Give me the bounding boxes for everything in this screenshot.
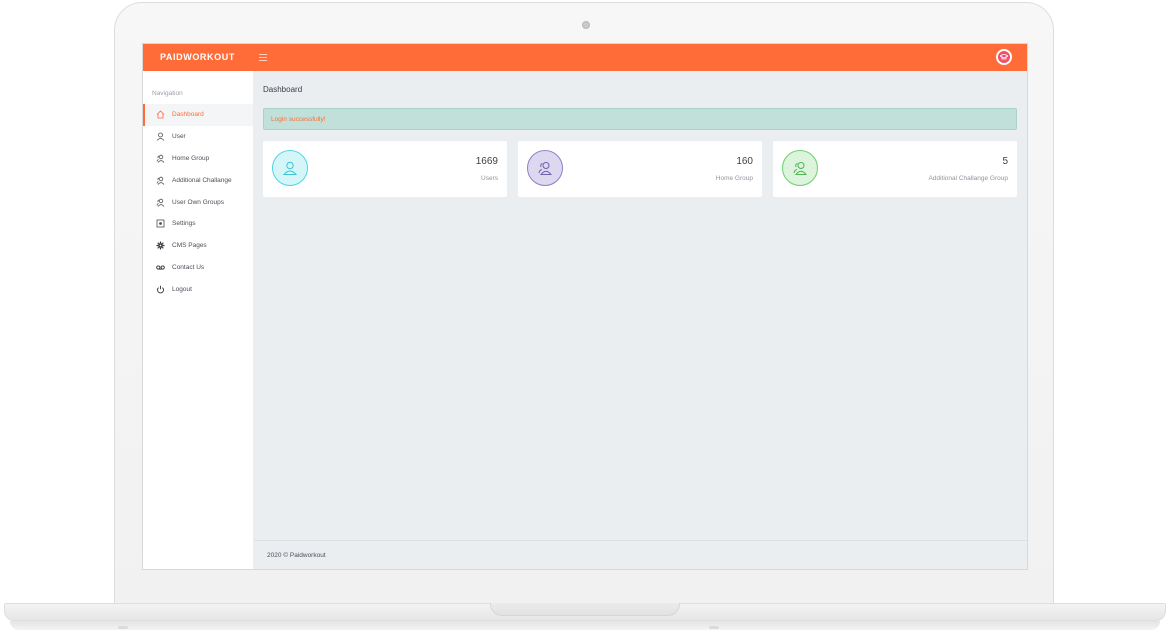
stat-card-additional-challange-group[interactable]: 5 Additional Challange Group	[773, 141, 1017, 197]
stat-label: Home Group	[715, 175, 753, 182]
sidebar-item-contact-us[interactable]: Contact Us	[143, 257, 253, 279]
power-icon	[155, 284, 165, 294]
main-content: Dashboard Login successfully! 1669 Users…	[254, 71, 1027, 569]
user-icon	[155, 132, 165, 142]
sidebar-item-user[interactable]: User	[143, 126, 253, 148]
sidebar-item-label: Contact Us	[172, 263, 205, 271]
gear-icon	[155, 241, 165, 251]
stat-card-users[interactable]: 1669 Users	[263, 141, 507, 197]
users-icon	[782, 150, 818, 186]
laptop-shadow	[10, 621, 1160, 630]
users-icon	[155, 153, 165, 163]
sidebar-item-home-group[interactable]: Home Group	[143, 148, 253, 170]
sidebar: Navigation Dashboard User Home Group Add…	[143, 71, 253, 569]
stat-label: Additional Challange Group	[928, 175, 1009, 182]
hamburger-icon[interactable]	[257, 53, 269, 63]
users-icon	[527, 150, 563, 186]
laptop-foot	[709, 626, 719, 629]
sidebar-item-logout[interactable]: Logout	[143, 278, 253, 300]
sidebar-item-label: Settings	[172, 220, 196, 228]
stat-label: Users	[481, 175, 498, 182]
users-icon	[155, 175, 165, 185]
top-bar: PAIDWORKOUT	[143, 44, 1027, 71]
user-icon	[272, 150, 308, 186]
sidebar-item-label: User	[172, 133, 186, 141]
camera-dot	[582, 21, 590, 29]
sidebar-item-dashboard[interactable]: Dashboard	[143, 104, 253, 126]
nav-heading: Navigation	[152, 90, 183, 97]
page-title: Dashboard	[263, 85, 303, 94]
settings-icon	[155, 219, 165, 229]
sidebar-item-cms-pages[interactable]: CMS Pages	[143, 235, 253, 257]
home-icon	[155, 110, 165, 120]
sidebar-item-user-own-groups[interactable]: User Own Groups	[143, 191, 253, 213]
sidebar-item-label: Logout	[172, 285, 192, 293]
brand-logo[interactable]: PAIDWORKOUT	[160, 52, 235, 62]
app-screen: PAIDWORKOUT Navigation Dashboard User Ho…	[142, 43, 1028, 570]
sidebar-item-label: CMS Pages	[172, 242, 207, 250]
sidebar-item-additional-challange[interactable]: Additional Challange	[143, 169, 253, 191]
sidebar-item-settings[interactable]: Settings	[143, 213, 253, 235]
stat-value: 1669	[475, 156, 498, 167]
users-icon	[155, 197, 165, 207]
laptop-foot	[118, 626, 128, 629]
sidebar-item-label: Additional Challange	[172, 176, 232, 184]
user-avatar-icon[interactable]	[996, 49, 1012, 65]
footer-text: 2020 © Paidworkout	[267, 551, 326, 559]
laptop-notch	[490, 603, 680, 616]
success-alert: Login successfully!	[263, 108, 1017, 130]
stat-card-home-group[interactable]: 160 Home Group	[518, 141, 762, 197]
sidebar-item-label: Dashboard	[172, 111, 204, 119]
nav-list: Dashboard User Home Group Additional Cha…	[143, 104, 253, 300]
stat-value: 160	[736, 156, 753, 167]
voicemail-icon	[155, 262, 165, 272]
sidebar-item-label: User Own Groups	[172, 198, 225, 206]
footer: 2020 © Paidworkout	[254, 540, 1027, 569]
stat-value: 5	[1002, 156, 1008, 167]
sidebar-item-label: Home Group	[172, 154, 210, 162]
